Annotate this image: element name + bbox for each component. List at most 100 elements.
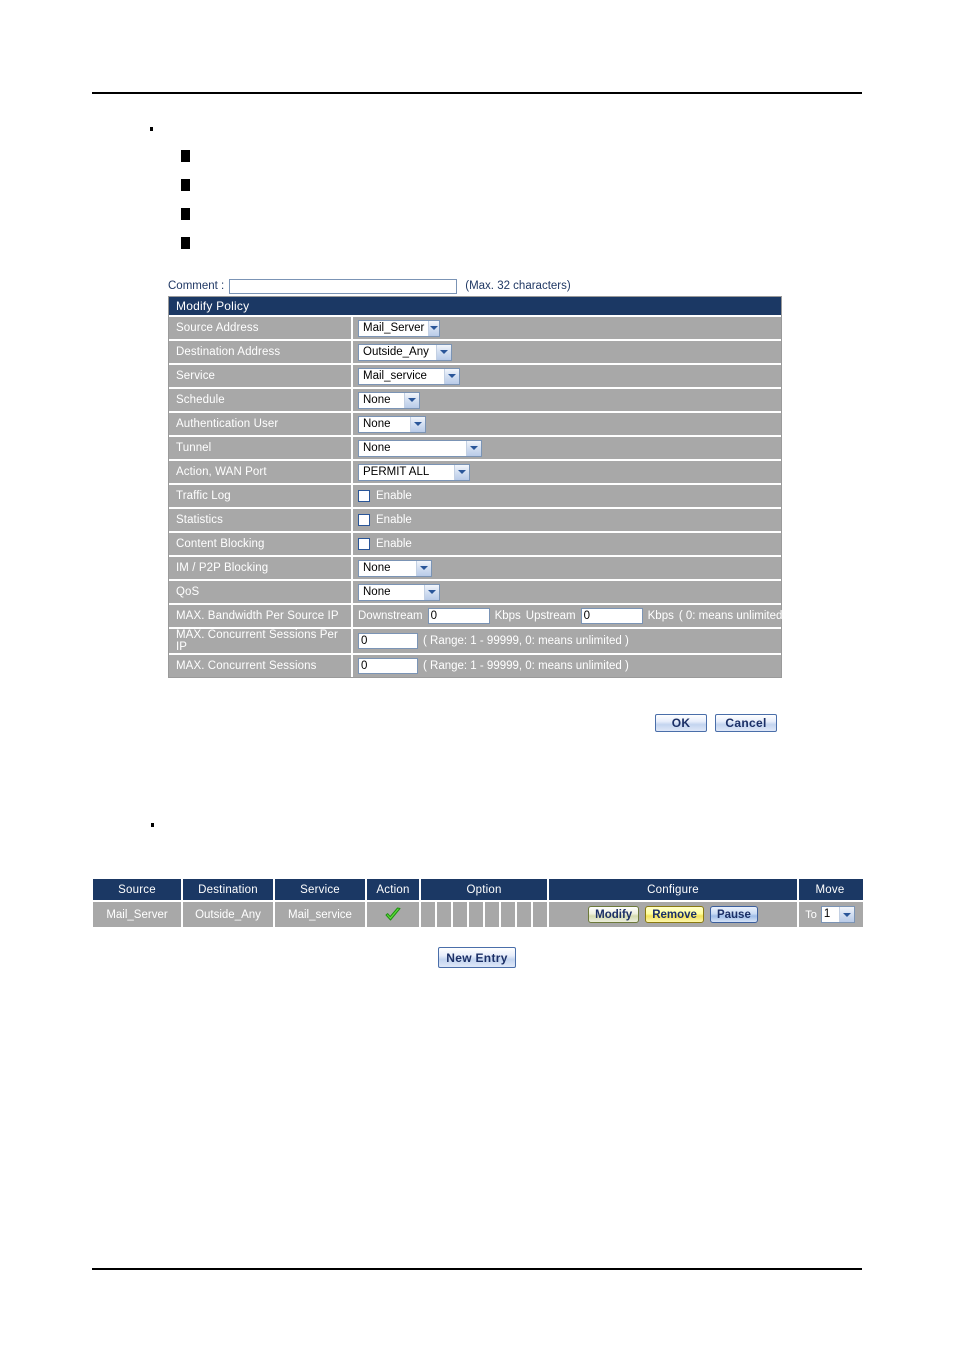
field-service: Mail_service — [353, 365, 781, 387]
label-traffic-log: Traffic Log — [169, 485, 353, 507]
authentication-user-select[interactable]: None — [358, 415, 426, 433]
cell-configure: Modify Remove Pause — [549, 902, 799, 927]
chevron-down-icon — [416, 560, 431, 576]
cell-destination: Outside_Any — [183, 902, 275, 927]
column-header-move: Move — [815, 883, 845, 896]
qos-value: None — [363, 585, 391, 598]
square-bullet-2 — [181, 179, 190, 191]
qos-select[interactable]: None — [358, 583, 440, 601]
traffic-log-enable-label: Enable — [376, 490, 412, 502]
form-action-buttons: OK Cancel — [655, 714, 777, 732]
field-schedule: None — [353, 389, 781, 411]
max-sessions-per-ip-input[interactable] — [358, 633, 418, 649]
move-position-select[interactable]: 1 — [820, 906, 855, 923]
form-row-action-wan-port: Action, WAN Port PERMIT ALL — [169, 459, 781, 483]
im-p2p-blocking-value: None — [363, 561, 391, 574]
cell-move: To 1 — [799, 902, 861, 927]
column-header-option: Option — [421, 879, 549, 900]
destination-address-value: Outside_Any — [363, 345, 429, 358]
cell-option-group — [421, 902, 549, 927]
downstream-label: Downstream — [358, 610, 423, 622]
column-header-action: Action — [367, 879, 421, 900]
option-cell-1 — [421, 902, 437, 927]
field-max-bandwidth: Downstream Kbps Upstream Kbps ( 0: means… — [353, 605, 794, 627]
label-max-sessions-per-ip: MAX. Concurrent Sessions Per IP — [169, 629, 353, 653]
source-address-value: Mail_Server — [363, 321, 425, 334]
form-row-tunnel: Tunnel None — [169, 435, 781, 459]
label-statistics: Statistics — [169, 509, 353, 531]
field-tunnel: None — [353, 437, 781, 459]
max-sessions-input[interactable] — [358, 658, 418, 674]
max-sessions-per-ip-hint: ( Range: 1 - 99999, 0: means unlimited ) — [423, 635, 629, 647]
im-p2p-blocking-select[interactable]: None — [358, 559, 432, 577]
content-blocking-checkbox-wrap[interactable]: Enable — [358, 538, 412, 550]
column-header-destination: Destination — [183, 879, 275, 900]
new-entry-wrap: New Entry — [0, 947, 954, 968]
chevron-down-icon — [454, 464, 469, 480]
square-bullet-1 — [181, 150, 190, 162]
pause-button[interactable]: Pause — [709, 906, 758, 923]
max-sessions-hint: ( Range: 1 - 99999, 0: means unlimited ) — [423, 660, 629, 672]
traffic-log-checkbox[interactable] — [358, 490, 370, 502]
tunnel-value: None — [363, 441, 391, 454]
upstream-input[interactable] — [580, 608, 643, 624]
field-im-p2p-blocking: None — [353, 557, 781, 579]
downstream-input[interactable] — [427, 608, 490, 624]
comment-max-chars-hint: (Max. 32 characters) — [465, 280, 571, 292]
remove-button[interactable]: Remove — [645, 906, 704, 923]
service-select[interactable]: Mail_service — [358, 367, 460, 385]
option-cell-2 — [437, 902, 453, 927]
cell-service: Mail_service — [275, 902, 367, 927]
cell-source: Mail_Server — [93, 902, 183, 927]
option-cell-3 — [453, 902, 469, 927]
option-cell-7 — [517, 902, 533, 927]
field-max-sessions: ( Range: 1 - 99999, 0: means unlimited ) — [353, 655, 781, 677]
chevron-down-icon — [404, 392, 419, 408]
label-authentication-user: Authentication User — [169, 413, 353, 435]
form-row-statistics: Statistics Enable — [169, 507, 781, 531]
form-row-schedule: Schedule None — [169, 387, 781, 411]
label-tunnel: Tunnel — [169, 437, 353, 459]
content-blocking-enable-label: Enable — [376, 538, 412, 550]
policy-table-header: Source Destination Service Action Option… — [93, 879, 863, 900]
destination-address-select[interactable]: Outside_Any — [358, 343, 452, 361]
option-cell-8 — [533, 902, 547, 927]
ok-button[interactable]: OK — [655, 714, 707, 732]
label-max-bandwidth: MAX. Bandwidth Per Source IP — [169, 605, 353, 627]
label-service: Service — [169, 365, 353, 387]
authentication-user-value: None — [363, 417, 391, 430]
comment-line: Comment : (Max. 32 characters) — [168, 277, 571, 295]
new-entry-button[interactable]: New Entry — [438, 947, 516, 968]
comment-input[interactable] — [229, 278, 458, 294]
chevron-down-icon — [838, 907, 854, 922]
form-row-service: Service Mail_service — [169, 363, 781, 387]
statistics-checkbox[interactable] — [358, 514, 370, 526]
field-source-address: Mail_Server — [353, 317, 781, 339]
upstream-label: Upstream — [525, 610, 576, 622]
label-qos: QoS — [169, 581, 353, 603]
traffic-log-checkbox-wrap[interactable]: Enable — [358, 490, 412, 502]
downstream-unit: Kbps — [494, 610, 521, 622]
field-statistics: Enable — [353, 509, 781, 531]
page-rule-bottom — [92, 1268, 862, 1270]
label-action-wan-port: Action, WAN Port — [169, 461, 353, 483]
action-wan-port-value: PERMIT ALL — [363, 465, 430, 478]
action-wan-port-select[interactable]: PERMIT ALL — [358, 463, 470, 481]
schedule-value: None — [363, 393, 391, 406]
statistics-checkbox-wrap[interactable]: Enable — [358, 514, 412, 526]
source-address-select[interactable]: Mail_Server — [358, 319, 440, 337]
cancel-button[interactable]: Cancel — [715, 714, 777, 732]
schedule-select[interactable]: None — [358, 391, 420, 409]
form-row-max-sessions: MAX. Concurrent Sessions ( Range: 1 - 99… — [169, 653, 781, 677]
tunnel-select[interactable]: None — [358, 439, 482, 457]
form-row-authentication-user: Authentication User None — [169, 411, 781, 435]
field-qos: None — [353, 581, 781, 603]
content-blocking-checkbox[interactable] — [358, 538, 370, 550]
form-row-content-blocking: Content Blocking Enable — [169, 531, 781, 555]
option-cell-4 — [469, 902, 485, 927]
section-marker-bottom — [151, 823, 154, 827]
modify-button[interactable]: Modify — [588, 906, 640, 923]
option-cell-6 — [501, 902, 517, 927]
field-authentication-user: None — [353, 413, 781, 435]
green-check-icon — [384, 907, 402, 923]
